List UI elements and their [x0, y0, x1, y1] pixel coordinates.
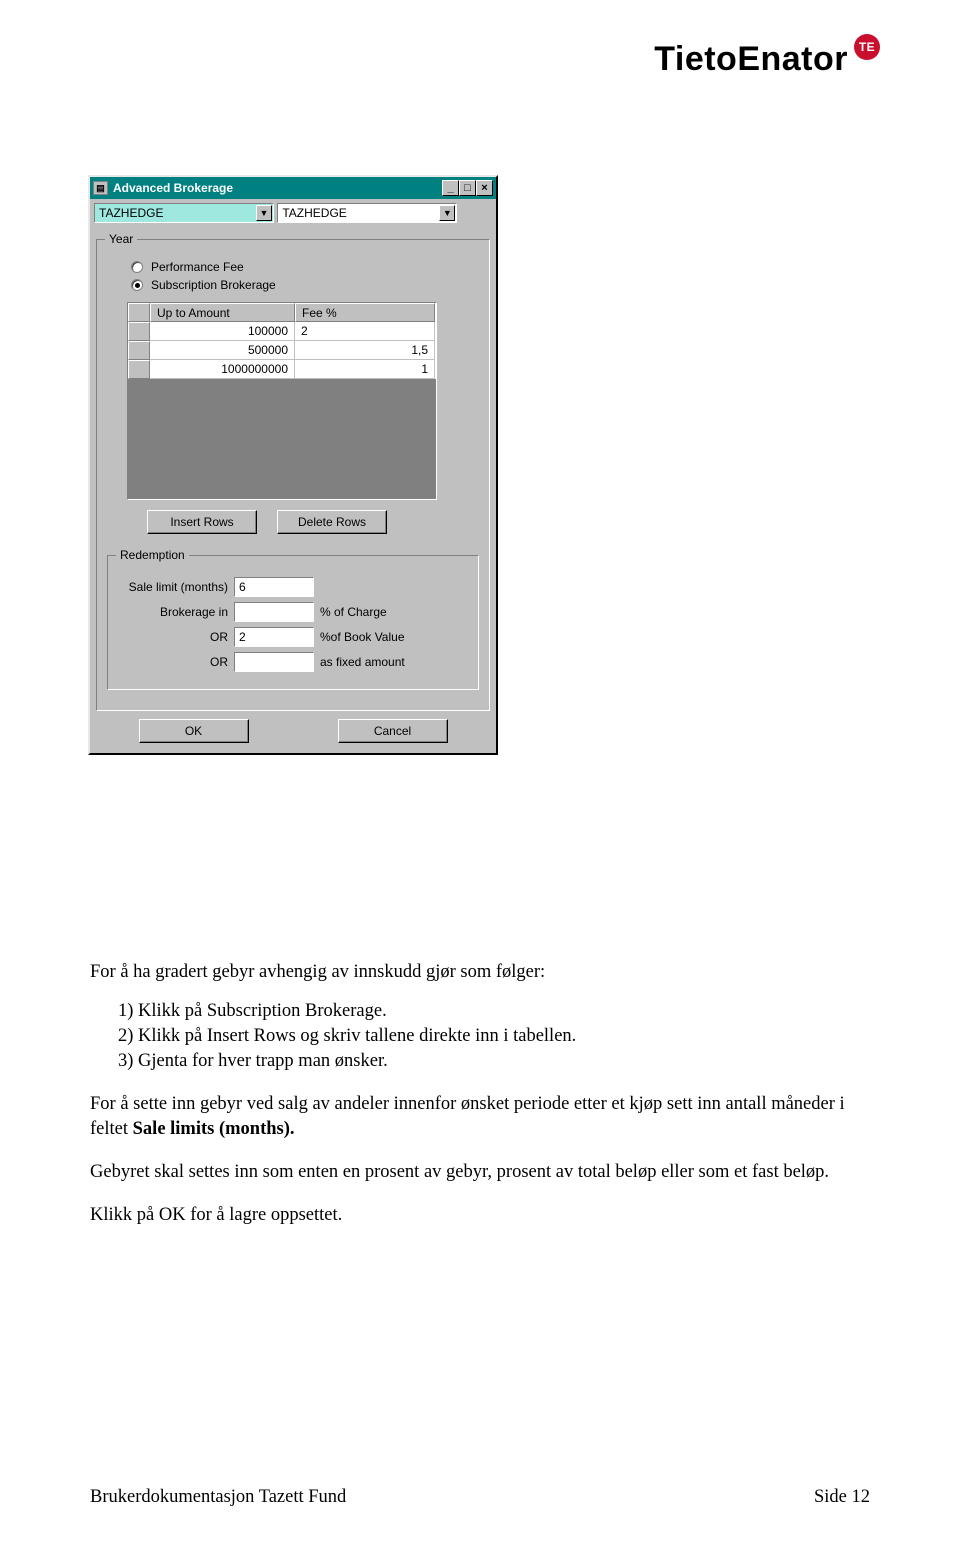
cell-fee[interactable]: 1 — [295, 360, 435, 379]
cancel-button[interactable]: Cancel — [338, 719, 448, 743]
list-item: 1) Klikk på Subscription Brokerage. — [118, 999, 870, 1024]
table-row[interactable]: 500000 1,5 — [128, 341, 436, 360]
chevron-down-icon[interactable]: ▼ — [439, 205, 455, 221]
close-button[interactable]: × — [476, 180, 493, 196]
brokerage-percent-charge-input[interactable] — [234, 602, 314, 622]
brokerage-fixed-amount-input[interactable] — [234, 652, 314, 672]
cell-fee[interactable]: 1,5 — [295, 341, 435, 360]
document-body: For å ha gradert gebyr avhengig av innsk… — [90, 960, 870, 1228]
paragraph: Gebyret skal settes inn som enten en pro… — [90, 1160, 870, 1185]
col-header-amount[interactable]: Up to Amount — [150, 303, 295, 322]
or-label: OR — [116, 630, 228, 644]
paragraph: For å sette inn gebyr ved salg av andele… — [90, 1092, 870, 1142]
radio-performance-fee[interactable]: Performance Fee — [131, 260, 481, 274]
titlebar[interactable]: ▤ Advanced Brokerage _ □ × — [90, 177, 496, 199]
year-group: Year Performance Fee Subscription Broker… — [96, 232, 490, 711]
minimize-button[interactable]: _ — [442, 180, 459, 196]
radio-subscription-brokerage[interactable]: Subscription Brokerage — [131, 278, 481, 292]
or-label: OR — [116, 655, 228, 669]
row-header[interactable] — [128, 322, 150, 341]
delete-rows-button[interactable]: Delete Rows — [277, 510, 387, 534]
chevron-down-icon[interactable]: ▼ — [256, 205, 272, 221]
radio-icon — [131, 261, 143, 273]
radio-icon — [131, 279, 143, 291]
cell-amount[interactable]: 500000 — [150, 341, 295, 360]
cell-amount[interactable]: 1000000000 — [150, 360, 295, 379]
sale-limit-input[interactable]: 6 — [234, 577, 314, 597]
list-item: 2) Klikk på Insert Rows og skriv tallene… — [118, 1024, 870, 1049]
footer-right: Side 12 — [814, 1487, 870, 1508]
insert-rows-button[interactable]: Insert Rows — [147, 510, 257, 534]
redemption-legend: Redemption — [116, 548, 189, 562]
brokerage-percent-charge-suffix: % of Charge — [320, 605, 470, 619]
radio-label: Performance Fee — [151, 260, 244, 274]
lead-paragraph: For å ha gradert gebyr avhengig av innsk… — [90, 960, 870, 985]
radio-label: Subscription Brokerage — [151, 278, 276, 292]
col-header-fee[interactable]: Fee % — [295, 303, 435, 322]
footer-left: Brukerdokumentasjon Tazett Fund — [90, 1487, 346, 1508]
grid-empty-area — [128, 379, 436, 499]
ok-button[interactable]: OK — [139, 719, 249, 743]
brokerage-in-label: Brokerage in — [116, 605, 228, 619]
fund-combo-1-value: TAZHEDGE — [99, 206, 163, 220]
brokerage-fixed-amount-suffix: as fixed amount — [320, 655, 470, 669]
logo-text: TietoEnator — [654, 40, 848, 79]
row-header[interactable] — [128, 341, 150, 360]
table-row[interactable]: 100000 2 — [128, 322, 436, 341]
logo-badge-icon: TE — [854, 34, 880, 60]
brokerage-percent-book-suffix: %of Book Value — [320, 630, 470, 644]
row-header-stub — [128, 303, 150, 322]
table-row[interactable]: 1000000000 1 — [128, 360, 436, 379]
paragraph: Klikk på OK for å lagre oppsettet. — [90, 1203, 870, 1228]
brokerage-percent-book-input[interactable]: 2 — [234, 627, 314, 647]
window-title: Advanced Brokerage — [113, 181, 437, 195]
row-header[interactable] — [128, 360, 150, 379]
fund-combo-2-value: TAZHEDGE — [282, 206, 346, 220]
fund-combo-2[interactable]: TAZHEDGE ▼ — [277, 203, 457, 223]
year-legend: Year — [105, 232, 137, 246]
cell-amount[interactable]: 100000 — [150, 322, 295, 341]
sale-limit-label: Sale limit (months) — [116, 580, 228, 594]
logo: TietoEnator TE — [654, 40, 880, 79]
fund-combo-1[interactable]: TAZHEDGE ▼ — [94, 203, 274, 223]
cell-fee[interactable]: 2 — [295, 322, 435, 341]
maximize-button[interactable]: □ — [459, 180, 476, 196]
fee-grid[interactable]: Up to Amount Fee % 100000 2 500000 1,5 — [127, 302, 437, 500]
page-footer: Brukerdokumentasjon Tazett Fund Side 12 — [90, 1487, 870, 1508]
system-menu-icon[interactable]: ▤ — [93, 181, 108, 195]
advanced-brokerage-window: ▤ Advanced Brokerage _ □ × TAZHEDGE ▼ TA… — [88, 175, 498, 755]
redemption-group: Redemption Sale limit (months) 6 Brokera… — [107, 548, 479, 690]
table-header-row: Up to Amount Fee % — [128, 303, 436, 322]
list-item: 3) Gjenta for hver trapp man ønsker. — [118, 1049, 870, 1074]
